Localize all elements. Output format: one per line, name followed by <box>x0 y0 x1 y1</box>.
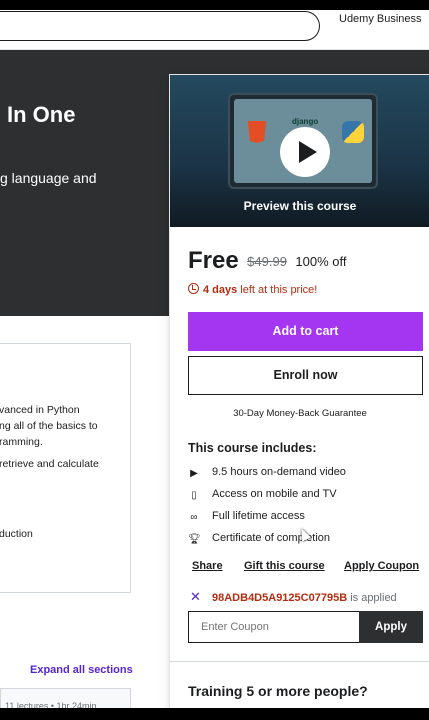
preview-label: Preview this course <box>243 199 357 213</box>
infinity-icon: ∞ <box>190 512 198 523</box>
gift-course-link[interactable]: Gift this course <box>244 560 325 572</box>
action-links: Share Gift this course Apply Coupon <box>192 560 427 576</box>
current-price: Free <box>188 247 239 274</box>
play-button[interactable] <box>280 127 330 177</box>
header: Udemy Business <box>0 10 429 50</box>
curriculum-section-row[interactable]: 11 lectures • 1hr 24min <box>0 688 131 711</box>
what-you-learn-box: vanced in Python ng all of the basics to… <box>0 343 131 593</box>
enroll-now-button[interactable]: Enroll now <box>188 356 423 395</box>
top-black-bar <box>0 0 429 10</box>
course-subtitle: g language and <box>0 170 97 186</box>
price-row: Free $49.99 100% off <box>188 247 346 279</box>
search-input[interactable] <box>0 11 320 41</box>
learn-item: ng all of the basics to <box>0 420 98 432</box>
learn-item: ramming. <box>0 436 43 448</box>
html5-logo-icon <box>248 121 266 143</box>
include-label: Certificate of completion <box>212 532 330 544</box>
learn-item: vanced in Python <box>0 404 80 416</box>
training-title: Training 5 or more people? <box>188 683 368 699</box>
add-to-cart-button[interactable]: Add to cart <box>188 312 423 351</box>
coupon-status: is applied <box>347 592 397 604</box>
coupon-code: 98ADB4D5A9125C07795B <box>212 592 348 604</box>
discount-percent: 100% off <box>295 253 347 269</box>
include-label: Full lifetime access <box>212 510 305 522</box>
video-icon: ▶ <box>190 468 198 479</box>
coupon-apply-button[interactable]: Apply <box>359 611 423 643</box>
remove-coupon-icon[interactable]: ✕ <box>190 589 202 605</box>
mobile-icon: ▯ <box>191 490 197 501</box>
bottom-black-bar <box>0 708 429 720</box>
coupon-applied-row: ✕ 98ADB4D5A9125C07795B is applied <box>190 589 397 605</box>
timer-suffix: left at this price! <box>237 284 318 296</box>
purchase-sidebar: django Preview this course Free $49.99 1… <box>169 74 429 710</box>
alarm-clock-icon <box>188 283 199 294</box>
expand-all-sections-link[interactable]: Expand all sections <box>30 664 133 676</box>
include-label: 9.5 hours on-demand video <box>212 466 346 478</box>
include-label: Access on mobile and TV <box>212 488 337 500</box>
learn-item: duction <box>0 528 33 540</box>
apply-coupon-link[interactable]: Apply Coupon <box>344 560 419 572</box>
include-item: ∞ Full lifetime access <box>188 510 305 523</box>
trophy-icon: 🏆︎ <box>188 534 201 545</box>
coupon-input[interactable] <box>188 611 359 643</box>
django-logo: django <box>292 117 319 126</box>
course-preview[interactable]: django Preview this course <box>170 75 429 227</box>
udemy-business-link[interactable]: Udemy Business <box>339 13 422 25</box>
python-logo-icon <box>342 121 364 143</box>
include-item: ▯ Access on mobile and TV <box>188 488 337 501</box>
original-price: $49.99 <box>247 253 287 269</box>
price-timer: 4 days left at this price! <box>188 283 317 296</box>
share-link[interactable]: Share <box>192 560 223 572</box>
course-title: In One <box>7 102 76 127</box>
learn-item: retrieve and calculate <box>0 458 99 470</box>
play-icon <box>299 141 317 163</box>
include-item: ▶ 9.5 hours on-demand video <box>188 466 346 479</box>
timer-days: 4 days <box>203 284 238 296</box>
money-back-guarantee: 30-Day Money-Back Guarantee <box>233 408 367 419</box>
divider <box>170 661 429 662</box>
includes-title: This course includes: <box>188 441 317 455</box>
